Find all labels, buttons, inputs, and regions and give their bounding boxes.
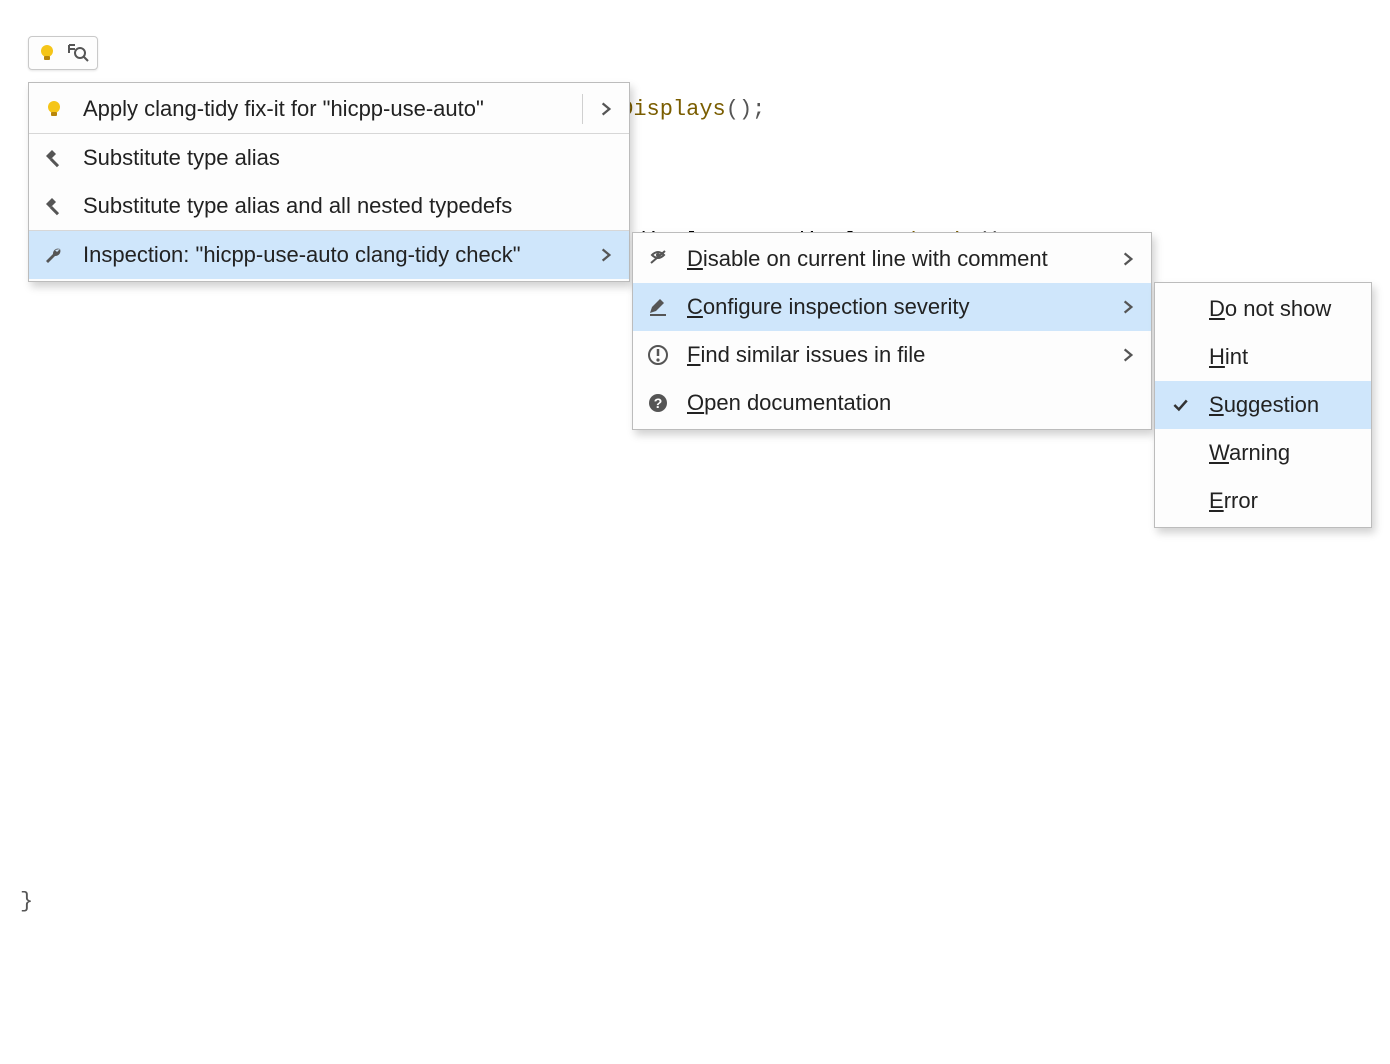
blank-icon xyxy=(1165,294,1195,324)
intention-bulb-button[interactable] xyxy=(28,36,98,70)
menu-item-label: Configure inspection severity xyxy=(687,294,1105,320)
blank-icon xyxy=(1165,486,1195,516)
blank-icon xyxy=(1165,342,1195,372)
menu-item-label: Error xyxy=(1209,488,1357,514)
checkmark-icon xyxy=(1165,390,1195,420)
menu-item-severity-warning[interactable]: Warning xyxy=(1155,429,1371,477)
hammer-icon xyxy=(39,191,69,221)
intention-menu: Apply clang-tidy fix-it for "hicpp-use-a… xyxy=(28,82,630,282)
edit-severity-icon xyxy=(643,292,673,322)
separator xyxy=(582,94,583,124)
menu-item-severity-do-not-show[interactable]: Do not show xyxy=(1155,285,1371,333)
menu-item-severity-error[interactable]: Error xyxy=(1155,477,1371,525)
chevron-right-icon xyxy=(1119,298,1137,316)
menu-item-label: Find similar issues in file xyxy=(687,342,1105,368)
menu-item-label: Apply clang-tidy fix-it for "hicpp-use-a… xyxy=(83,96,566,122)
menu-item-substitute-alias[interactable]: Substitute type alias xyxy=(29,133,629,182)
hammer-icon xyxy=(39,143,69,173)
chevron-right-icon xyxy=(597,100,615,118)
menu-item-label: Suggestion xyxy=(1209,392,1357,418)
menu-item-label: Open documentation xyxy=(687,390,1137,416)
menu-item-label: Hint xyxy=(1209,344,1357,370)
menu-item-severity-suggestion[interactable]: Suggestion xyxy=(1155,381,1371,429)
fix-search-icon xyxy=(65,41,89,65)
chevron-right-icon xyxy=(1119,250,1137,268)
code-line xyxy=(0,1012,1016,1056)
menu-item-find-similar[interactable]: Find similar issues in file xyxy=(633,331,1151,379)
menu-item-label: Disable on current line with comment xyxy=(687,246,1105,272)
menu-item-open-documentation[interactable]: ? Open documentation xyxy=(633,379,1151,427)
menu-item-disable-line[interactable]: Disable on current line with comment xyxy=(633,235,1151,283)
blank-icon xyxy=(1165,438,1195,468)
disable-icon xyxy=(643,244,673,274)
code-line xyxy=(0,748,1016,792)
help-icon: ? xyxy=(643,388,673,418)
chevron-right-icon xyxy=(1119,346,1137,364)
menu-item-label: Do not show xyxy=(1209,296,1357,322)
inspection-submenu: Disable on current line with comment Con… xyxy=(632,232,1152,430)
chevron-right-icon xyxy=(597,246,615,264)
lightbulb-icon xyxy=(35,41,59,65)
code-line: } xyxy=(0,880,1016,924)
code-line xyxy=(0,616,1016,660)
menu-item-substitute-alias-nested[interactable]: Substitute type alias and all nested typ… xyxy=(29,182,629,230)
wrench-icon xyxy=(39,240,69,270)
find-issues-icon xyxy=(643,340,673,370)
menu-item-severity-hint[interactable]: Hint xyxy=(1155,333,1371,381)
menu-item-configure-severity[interactable]: Configure inspection severity xyxy=(633,283,1151,331)
code-line xyxy=(0,484,1016,528)
lightbulb-icon xyxy=(39,94,69,124)
severity-submenu: Do not show Hint Suggestion Warning Erro… xyxy=(1154,282,1372,528)
svg-text:?: ? xyxy=(654,395,663,411)
menu-item-apply-fixit[interactable]: Apply clang-tidy fix-it for "hicpp-use-a… xyxy=(29,85,629,133)
menu-item-inspection[interactable]: Inspection: "hicpp-use-auto clang-tidy c… xyxy=(29,230,629,279)
menu-item-label: Inspection: "hicpp-use-auto clang-tidy c… xyxy=(83,242,583,268)
menu-item-label: Substitute type alias and all nested typ… xyxy=(83,193,615,219)
menu-item-label: Warning xyxy=(1209,440,1357,466)
menu-item-label: Substitute type alias xyxy=(83,145,615,171)
